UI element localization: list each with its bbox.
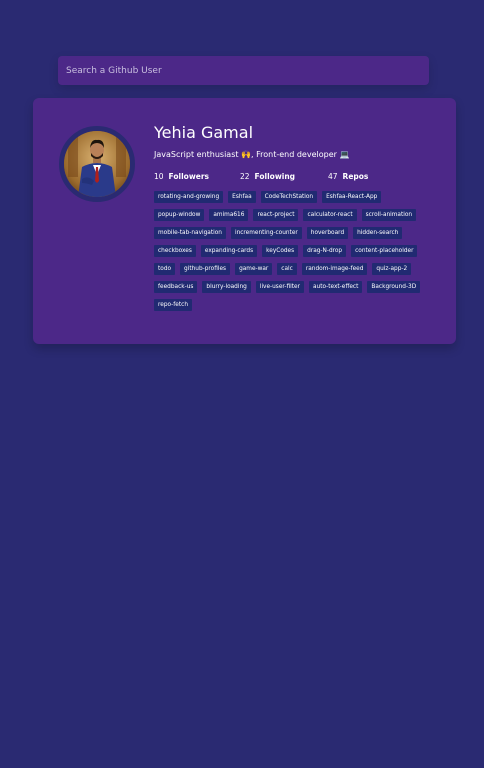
repo-link[interactable]: blurry-loading: [202, 281, 251, 293]
repo-link[interactable]: github-profiles: [180, 263, 231, 275]
avatar-image: [64, 131, 130, 197]
repo-link[interactable]: rotating-and-growing: [154, 191, 224, 203]
repo-link[interactable]: game-war: [235, 263, 273, 275]
repo-link[interactable]: repo-fetch: [154, 299, 192, 311]
repo-link[interactable]: calculator-react: [303, 209, 357, 221]
repo-link[interactable]: expanding-cards: [200, 245, 258, 257]
repo-link[interactable]: feedback-us: [154, 281, 198, 293]
repo-link[interactable]: live-user-filter: [255, 281, 304, 293]
repo-link[interactable]: mobile-tab-navigation: [154, 227, 226, 239]
user-info: Yehia Gamal JavaScript enthusiast 🙌, Fro…: [154, 122, 450, 311]
user-bio: JavaScript enthusiast 🙌, Front-end devel…: [154, 150, 350, 159]
search-input[interactable]: [58, 56, 429, 85]
repo-link[interactable]: Eshfaa-React-App: [322, 191, 382, 203]
repo-link[interactable]: todo: [154, 263, 176, 275]
profile-card: Yehia Gamal JavaScript enthusiast 🙌, Fro…: [33, 98, 456, 344]
repo-link[interactable]: incrementing-counter: [230, 227, 302, 239]
repos-count: 47: [328, 171, 338, 181]
repo-list: rotating-and-growing Eshfaa CodeTechStat…: [154, 191, 428, 311]
repo-link[interactable]: Eshfaa: [228, 191, 256, 203]
repos-label: Repos: [342, 171, 369, 181]
repo-link[interactable]: hoverboard: [306, 227, 349, 239]
repo-link[interactable]: hidden-search: [353, 227, 403, 239]
following-label: Following: [254, 171, 296, 181]
repo-link[interactable]: popup-window: [154, 209, 205, 221]
user-stats: 10 Followers 22 Following 47 Repos: [154, 170, 450, 182]
repo-link[interactable]: auto-text-effect: [309, 281, 363, 293]
repo-link[interactable]: keyCodes: [262, 245, 299, 257]
repo-link[interactable]: checkboxes: [154, 245, 196, 257]
user-name: Yehia Gamal: [154, 123, 254, 142]
following-stat: 22 Following: [240, 170, 328, 182]
repo-link[interactable]: drag-N-drop: [303, 245, 347, 257]
repo-link[interactable]: calc: [277, 263, 297, 275]
repos-stat: 47 Repos: [328, 170, 368, 182]
avatar: [59, 126, 135, 202]
repo-link[interactable]: CodeTechStation: [260, 191, 318, 203]
repo-link[interactable]: random-image-feed: [301, 263, 368, 275]
repo-link[interactable]: content-placeholder: [351, 245, 418, 257]
repo-link[interactable]: scroll-animation: [361, 209, 417, 221]
followers-label: Followers: [168, 171, 209, 181]
followers-stat: 10 Followers: [154, 170, 240, 182]
repo-link[interactable]: Background-3D: [367, 281, 421, 293]
following-count: 22: [240, 171, 250, 181]
repo-link[interactable]: react-project: [253, 209, 299, 221]
page: Yehia Gamal JavaScript enthusiast 🙌, Fro…: [0, 0, 484, 768]
repo-link[interactable]: quiz-app-2: [372, 263, 412, 275]
repo-link[interactable]: amima616: [209, 209, 249, 221]
followers-count: 10: [154, 171, 164, 181]
